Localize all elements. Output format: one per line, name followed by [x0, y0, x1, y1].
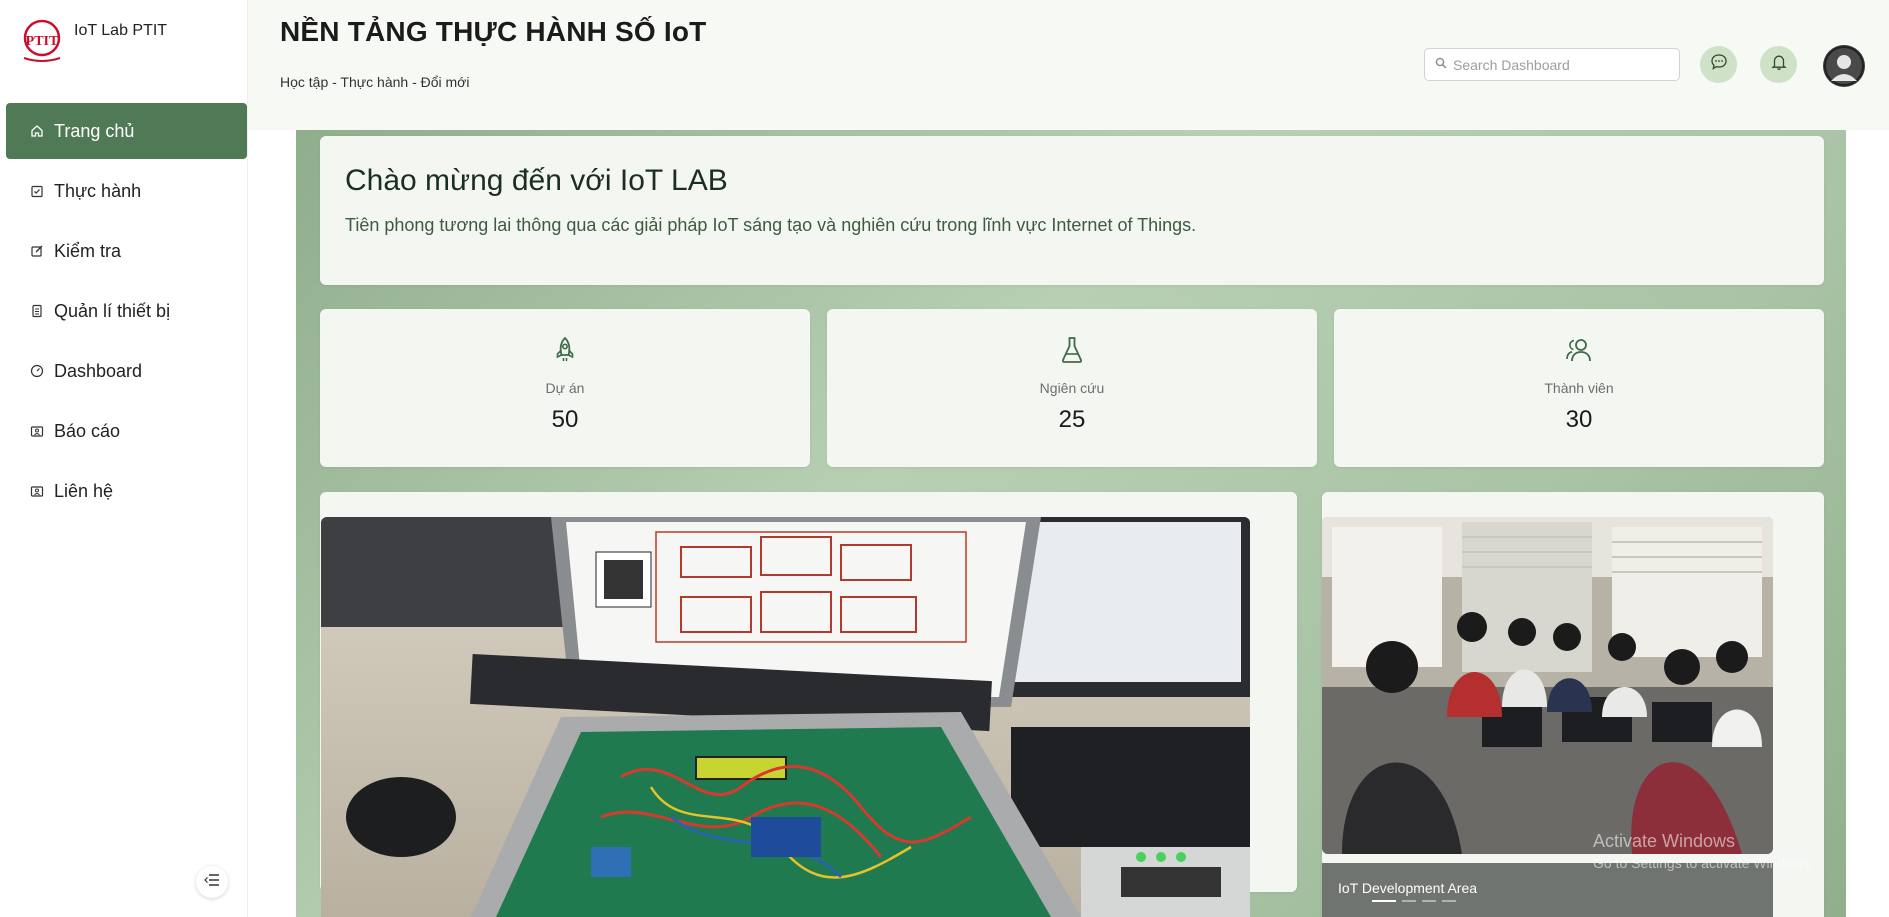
ptit-logo: PTIT: [20, 14, 64, 68]
sidebar-item-label: Kiểm tra: [54, 240, 122, 261]
flask-icon: [827, 335, 1317, 367]
lab-students-photo: [1322, 517, 1773, 854]
rocket-icon: [320, 335, 810, 367]
sidebar-item-label: Dashboard: [54, 360, 143, 381]
welcome-title: Chào mừng đến với IoT LAB: [345, 164, 728, 197]
iot-kit-photo: [321, 517, 1250, 917]
carousel-dot[interactable]: [1372, 900, 1396, 902]
bell-icon: [1770, 53, 1788, 76]
carousel-dot[interactable]: [1442, 900, 1456, 902]
top-header: NỀN TẢNG THỰC HÀNH SỐ IoT Học tập - Thực…: [248, 0, 1889, 130]
windows-activation-watermark: Activate Windows Go to Settings to activ…: [1593, 830, 1814, 874]
notifications-button[interactable]: [1760, 46, 1797, 83]
sidebar-item-label: Liên hệ: [54, 480, 114, 501]
welcome-card: Chào mừng đến với IoT LAB Tiên phong tươ…: [320, 136, 1824, 285]
stat-card-projects: Dự án 50: [320, 309, 810, 467]
stat-card-members: Thành viên 30: [1334, 309, 1824, 467]
sidebar: PTIT IoT Lab PTIT Trang chủ Thực hành Ki…: [0, 0, 248, 917]
clipboard-check-icon: [30, 184, 44, 198]
sidebar-item-label: Quản lí thiết bị: [54, 300, 171, 321]
chat-button[interactable]: [1700, 46, 1737, 83]
carousel-dot[interactable]: [1422, 900, 1436, 902]
main-content: Chào mừng đến với IoT LAB Tiên phong tươ…: [272, 130, 1889, 917]
stat-value: 30: [1565, 406, 1593, 433]
sidebar-item-label: Báo cáo: [54, 420, 121, 441]
watermark-line2: Go to Settings to activate Windows.: [1593, 855, 1814, 871]
logo-text: PTIT: [26, 34, 59, 49]
stat-value: 25: [1058, 406, 1086, 433]
page-title: NỀN TẢNG THỰC HÀNH SỐ IoT: [280, 16, 707, 47]
breadcrumb: Học tập - Thực hành - Đổi mới: [280, 74, 470, 90]
search-icon: [1435, 56, 1447, 74]
sidebar-item-test[interactable]: Kiểm tra: [6, 223, 247, 279]
report-icon: [30, 424, 44, 438]
stat-card-research: Ngiên cứu 25: [827, 309, 1317, 467]
carousel-indicators: [1372, 900, 1456, 902]
sidebar-item-devices[interactable]: Quản lí thiết bị: [6, 283, 247, 339]
search-input[interactable]: [1453, 56, 1673, 73]
carousel-dot[interactable]: [1402, 900, 1416, 902]
brand[interactable]: PTIT IoT Lab PTIT: [20, 14, 167, 68]
sidebar-item-dashboard[interactable]: Dashboard: [6, 343, 247, 399]
sidebar-item-label: Trang chủ: [54, 120, 135, 141]
stat-label: Ngiên cứu: [1039, 380, 1105, 396]
brand-name: IoT Lab PTIT: [74, 22, 168, 39]
watermark-line1: Activate Windows: [1593, 831, 1736, 851]
sidebar-item-reports[interactable]: Báo cáo: [6, 403, 247, 459]
stat-value: 50: [551, 406, 579, 433]
stat-label: Thành viên: [1544, 380, 1614, 396]
contact-icon: [30, 484, 44, 498]
collapse-menu-icon: [204, 873, 220, 892]
stat-label: Dự án: [545, 380, 585, 396]
collapse-sidebar-button[interactable]: [196, 866, 228, 898]
edit-icon: [30, 244, 44, 258]
home-icon: [30, 124, 44, 138]
chat-icon: [1710, 53, 1728, 76]
users-icon: [1334, 335, 1824, 367]
search-box[interactable]: [1424, 48, 1680, 81]
avatar[interactable]: [1823, 45, 1865, 87]
document-icon: [30, 304, 44, 318]
sidebar-item-practice[interactable]: Thực hành: [6, 163, 247, 219]
sidebar-nav: Trang chủ Thực hành Kiểm tra Quản lí thi…: [6, 103, 247, 523]
sidebar-item-label: Thực hành: [54, 180, 142, 201]
dashboard-gauge-icon: [30, 364, 44, 378]
welcome-subtitle: Tiên phong tương lai thông qua các giải …: [345, 215, 1197, 235]
sidebar-item-contact[interactable]: Liên hệ: [6, 463, 247, 519]
sidebar-item-home[interactable]: Trang chủ: [6, 103, 247, 159]
